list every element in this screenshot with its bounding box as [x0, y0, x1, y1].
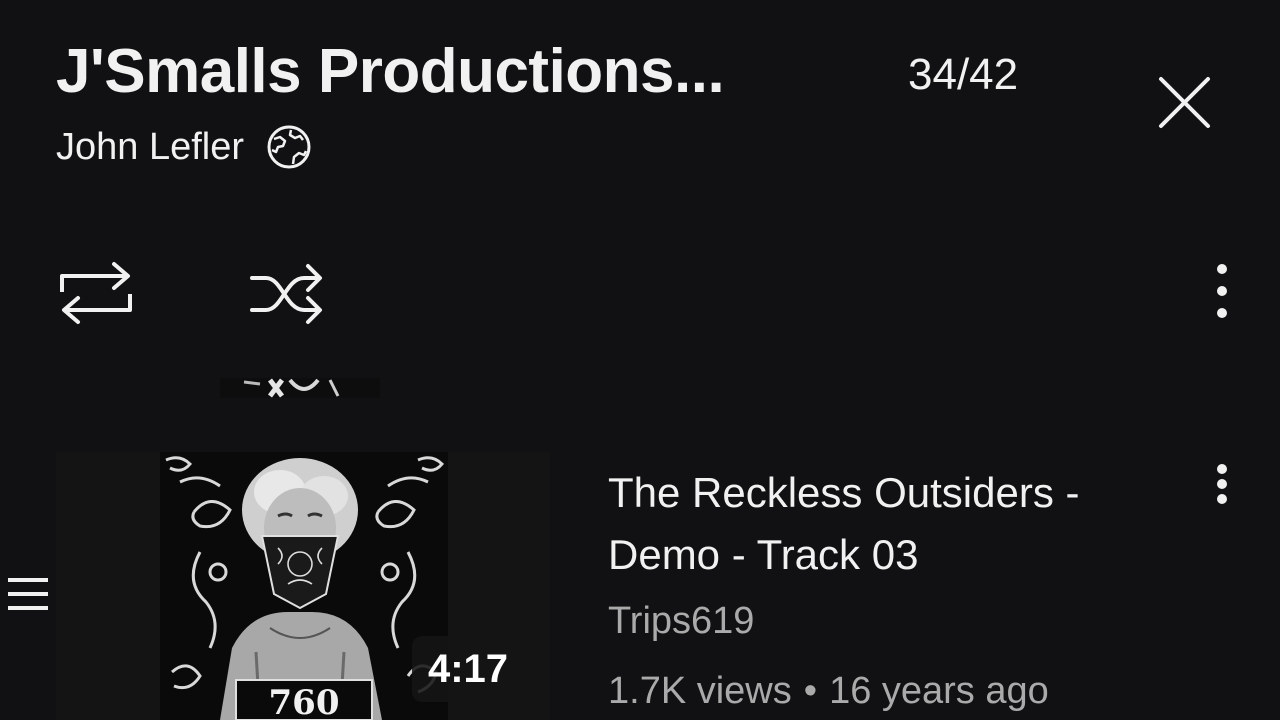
close-icon[interactable]	[1150, 70, 1220, 136]
previous-thumbnail-graphic	[220, 378, 380, 398]
drag-handle-icon[interactable]	[6, 574, 50, 614]
owner-row: John Lefler	[56, 124, 312, 170]
playlist-position: 34/42	[908, 50, 1019, 99]
playlist-owner[interactable]: John Lefler	[56, 126, 244, 169]
upload-age: 16 years ago	[829, 670, 1049, 712]
channel-name[interactable]: Trips619	[608, 600, 754, 643]
video-thumbnail[interactable]: 760	[160, 452, 448, 720]
playlist-title[interactable]: J'Smalls Productions...	[56, 36, 725, 107]
duration-badge: 4:17	[412, 636, 524, 702]
video-meta: 1.7K views • 16 years ago	[608, 670, 1049, 713]
video-title[interactable]: The Reckless Outsiders - Demo - Track 03	[608, 462, 1198, 586]
playlist-panel: J'Smalls Productions... 34/42 John Lefle…	[0, 0, 1280, 720]
repeat-icon[interactable]	[56, 258, 136, 328]
more-vert-icon[interactable]	[1210, 262, 1234, 322]
meta-separator: •	[803, 670, 818, 712]
view-count: 1.7K views	[608, 670, 792, 712]
globe-icon	[267, 125, 311, 169]
item-more-vert-icon[interactable]	[1210, 462, 1234, 522]
shuffle-icon[interactable]	[248, 258, 328, 328]
thumbnail-artwork: 760	[160, 452, 448, 720]
thumbnail-badge-text: 760	[269, 683, 340, 720]
previous-item-thumbnail[interactable]	[220, 378, 380, 398]
